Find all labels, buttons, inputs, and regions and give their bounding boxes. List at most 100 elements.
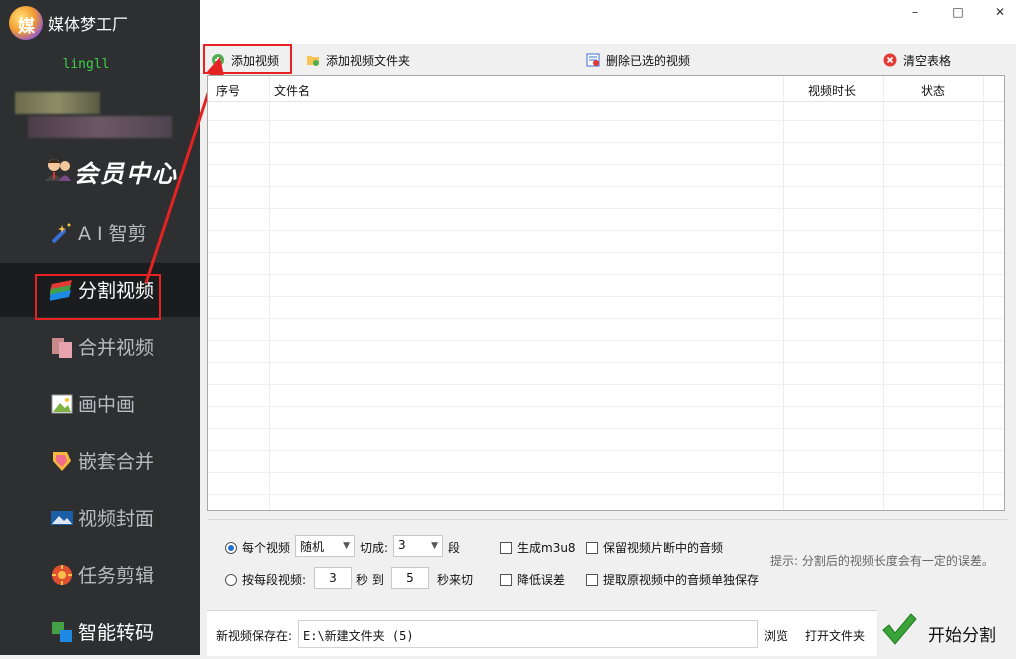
checkmark-icon [882,613,917,645]
col-duration[interactable]: 视频时长 [808,82,856,99]
chevron-down-icon: ▼ [431,541,438,551]
segment-to-input[interactable]: 5 [391,567,429,589]
row-line [208,142,1004,143]
segment-unit: 段 [448,541,461,555]
logo-char: 媒 [18,17,35,37]
radio-selected [225,541,237,554]
nav-picture-in-picture[interactable]: 画中画 [0,377,200,431]
row-line [208,494,1004,495]
col-index[interactable]: 序号 [216,82,240,99]
extract-audio-label: 提取原视频中的音频单独保存 [603,573,760,587]
checkbox [500,541,512,554]
row-line [208,318,1004,319]
checkbox [586,573,598,586]
keep-audio-checkbox[interactable]: 保留视频片断中的音频 [586,539,723,556]
save-path-input[interactable]: E:\新建文件夹 (5) [298,620,758,648]
nav-smart-transcode[interactable]: 智能转码 [0,605,200,659]
sec-to-label: 秒 到 [356,573,384,587]
col-status[interactable]: 状态 [921,82,945,99]
nest-merge-icon [53,452,71,471]
add-folder-label: 添加视频文件夹 [326,53,411,68]
per-segment-radio[interactable]: 按每段视频: [225,571,306,588]
browse-button[interactable]: 浏览 [764,627,788,644]
open-folder-button[interactable]: 打开文件夹 [805,627,865,644]
nav-label: A I 智剪 [78,223,147,245]
col-filename[interactable]: 文件名 [274,82,310,99]
add-folder-button[interactable]: 添加视频文件夹 [306,48,410,72]
gen-m3u8-label: 生成m3u8 [517,541,576,555]
mode-value: 随机 [300,540,325,554]
nav-label: 智能转码 [78,622,155,644]
per-segment-label: 按每段视频: [242,573,307,587]
table-header: 序号 文件名 视频时长 状态 [208,76,1004,102]
toolbar: 添加视频 添加视频文件夹 删除已选的视频 清空表格 [200,44,1016,74]
chevron-down-icon: ▼ [343,541,350,551]
row-line [208,362,1004,363]
row-line [208,472,1004,473]
maximize-button[interactable]: □ [943,2,973,22]
keep-audio-label: 保留视频片断中的音频 [603,541,724,555]
row-line [208,384,1004,385]
app-title: 媒体梦工厂 [48,15,129,34]
row-line [208,230,1004,231]
checkbox [500,573,512,586]
app-logo: 媒 [9,6,43,40]
task-edit-icon [52,565,72,585]
cut-count-select[interactable]: 3 ▼ [393,535,443,557]
picture-in-picture-icon [51,394,73,414]
cut-count-value: 3 [398,538,406,552]
folder-add-icon [307,56,319,66]
row-line [208,208,1004,209]
delete-list-icon [586,53,600,67]
vip-user-icon [45,159,71,181]
minimize-button[interactable]: – [900,2,930,22]
segment-from-input[interactable]: 3 [314,567,352,589]
gen-m3u8-checkbox[interactable]: 生成m3u8 [500,539,576,556]
save-path-label: 新视频保存在: [216,629,293,643]
cut-into-label: 切成: [360,541,389,555]
video-table[interactable]: 序号 文件名 视频时长 状态 [207,75,1005,511]
per-video-label: 每个视频 [242,541,291,555]
nav-label: 合并视频 [78,337,155,359]
sec-cut-label: 秒来切 [437,573,474,587]
smart-transcode-icon [52,622,72,642]
blurred-account-info [15,92,100,114]
clear-table-label: 清空表格 [903,53,952,68]
nav-label: 视频封面 [78,508,155,530]
nav-merge-video[interactable]: 合并视频 [0,320,200,374]
mode-select[interactable]: 随机 ▼ [295,535,355,557]
clear-x-icon [883,53,897,67]
close-button[interactable]: ✕ [985,2,1015,22]
row-line [208,340,1004,341]
start-split-label: 开始分割 [928,626,996,646]
row-line [208,164,1004,165]
nav-nest-merge[interactable]: 嵌套合并 [0,434,200,488]
row-line [208,406,1004,407]
per-video-radio[interactable]: 每个视频 [225,539,290,556]
reduce-error-label: 降低误差 [517,573,566,587]
delete-selected-label: 删除已选的视频 [606,53,691,68]
hint-text: 提示: 分割后的视频长度会有一定的误差。 [770,554,994,568]
nav-label: 画中画 [78,394,136,416]
row-line [208,450,1004,451]
reduce-error-checkbox[interactable]: 降低误差 [500,571,565,588]
extract-audio-checkbox[interactable]: 提取原视频中的音频单独保存 [586,571,759,588]
row-line [208,186,1004,187]
checkbox [586,541,598,554]
video-cover-icon [51,511,73,525]
row-line [208,274,1004,275]
radio-unselected [225,573,237,586]
nav-label: 任务剪辑 [78,565,155,587]
row-line [208,296,1004,297]
nav-video-cover[interactable]: 视频封面 [0,491,200,545]
title-bar: – □ ✕ [200,0,1016,44]
magic-wand-icon [51,223,71,244]
clear-table-button[interactable]: 清空表格 [883,48,951,72]
start-split-button[interactable]: 开始分割 [878,604,1004,655]
delete-selected-button[interactable]: 删除已选的视频 [586,48,690,72]
merge-video-icon [52,338,72,358]
row-line [208,252,1004,253]
row-line [208,120,1004,121]
nav-task-edit[interactable]: 任务剪辑 [0,548,200,602]
row-line [208,428,1004,429]
